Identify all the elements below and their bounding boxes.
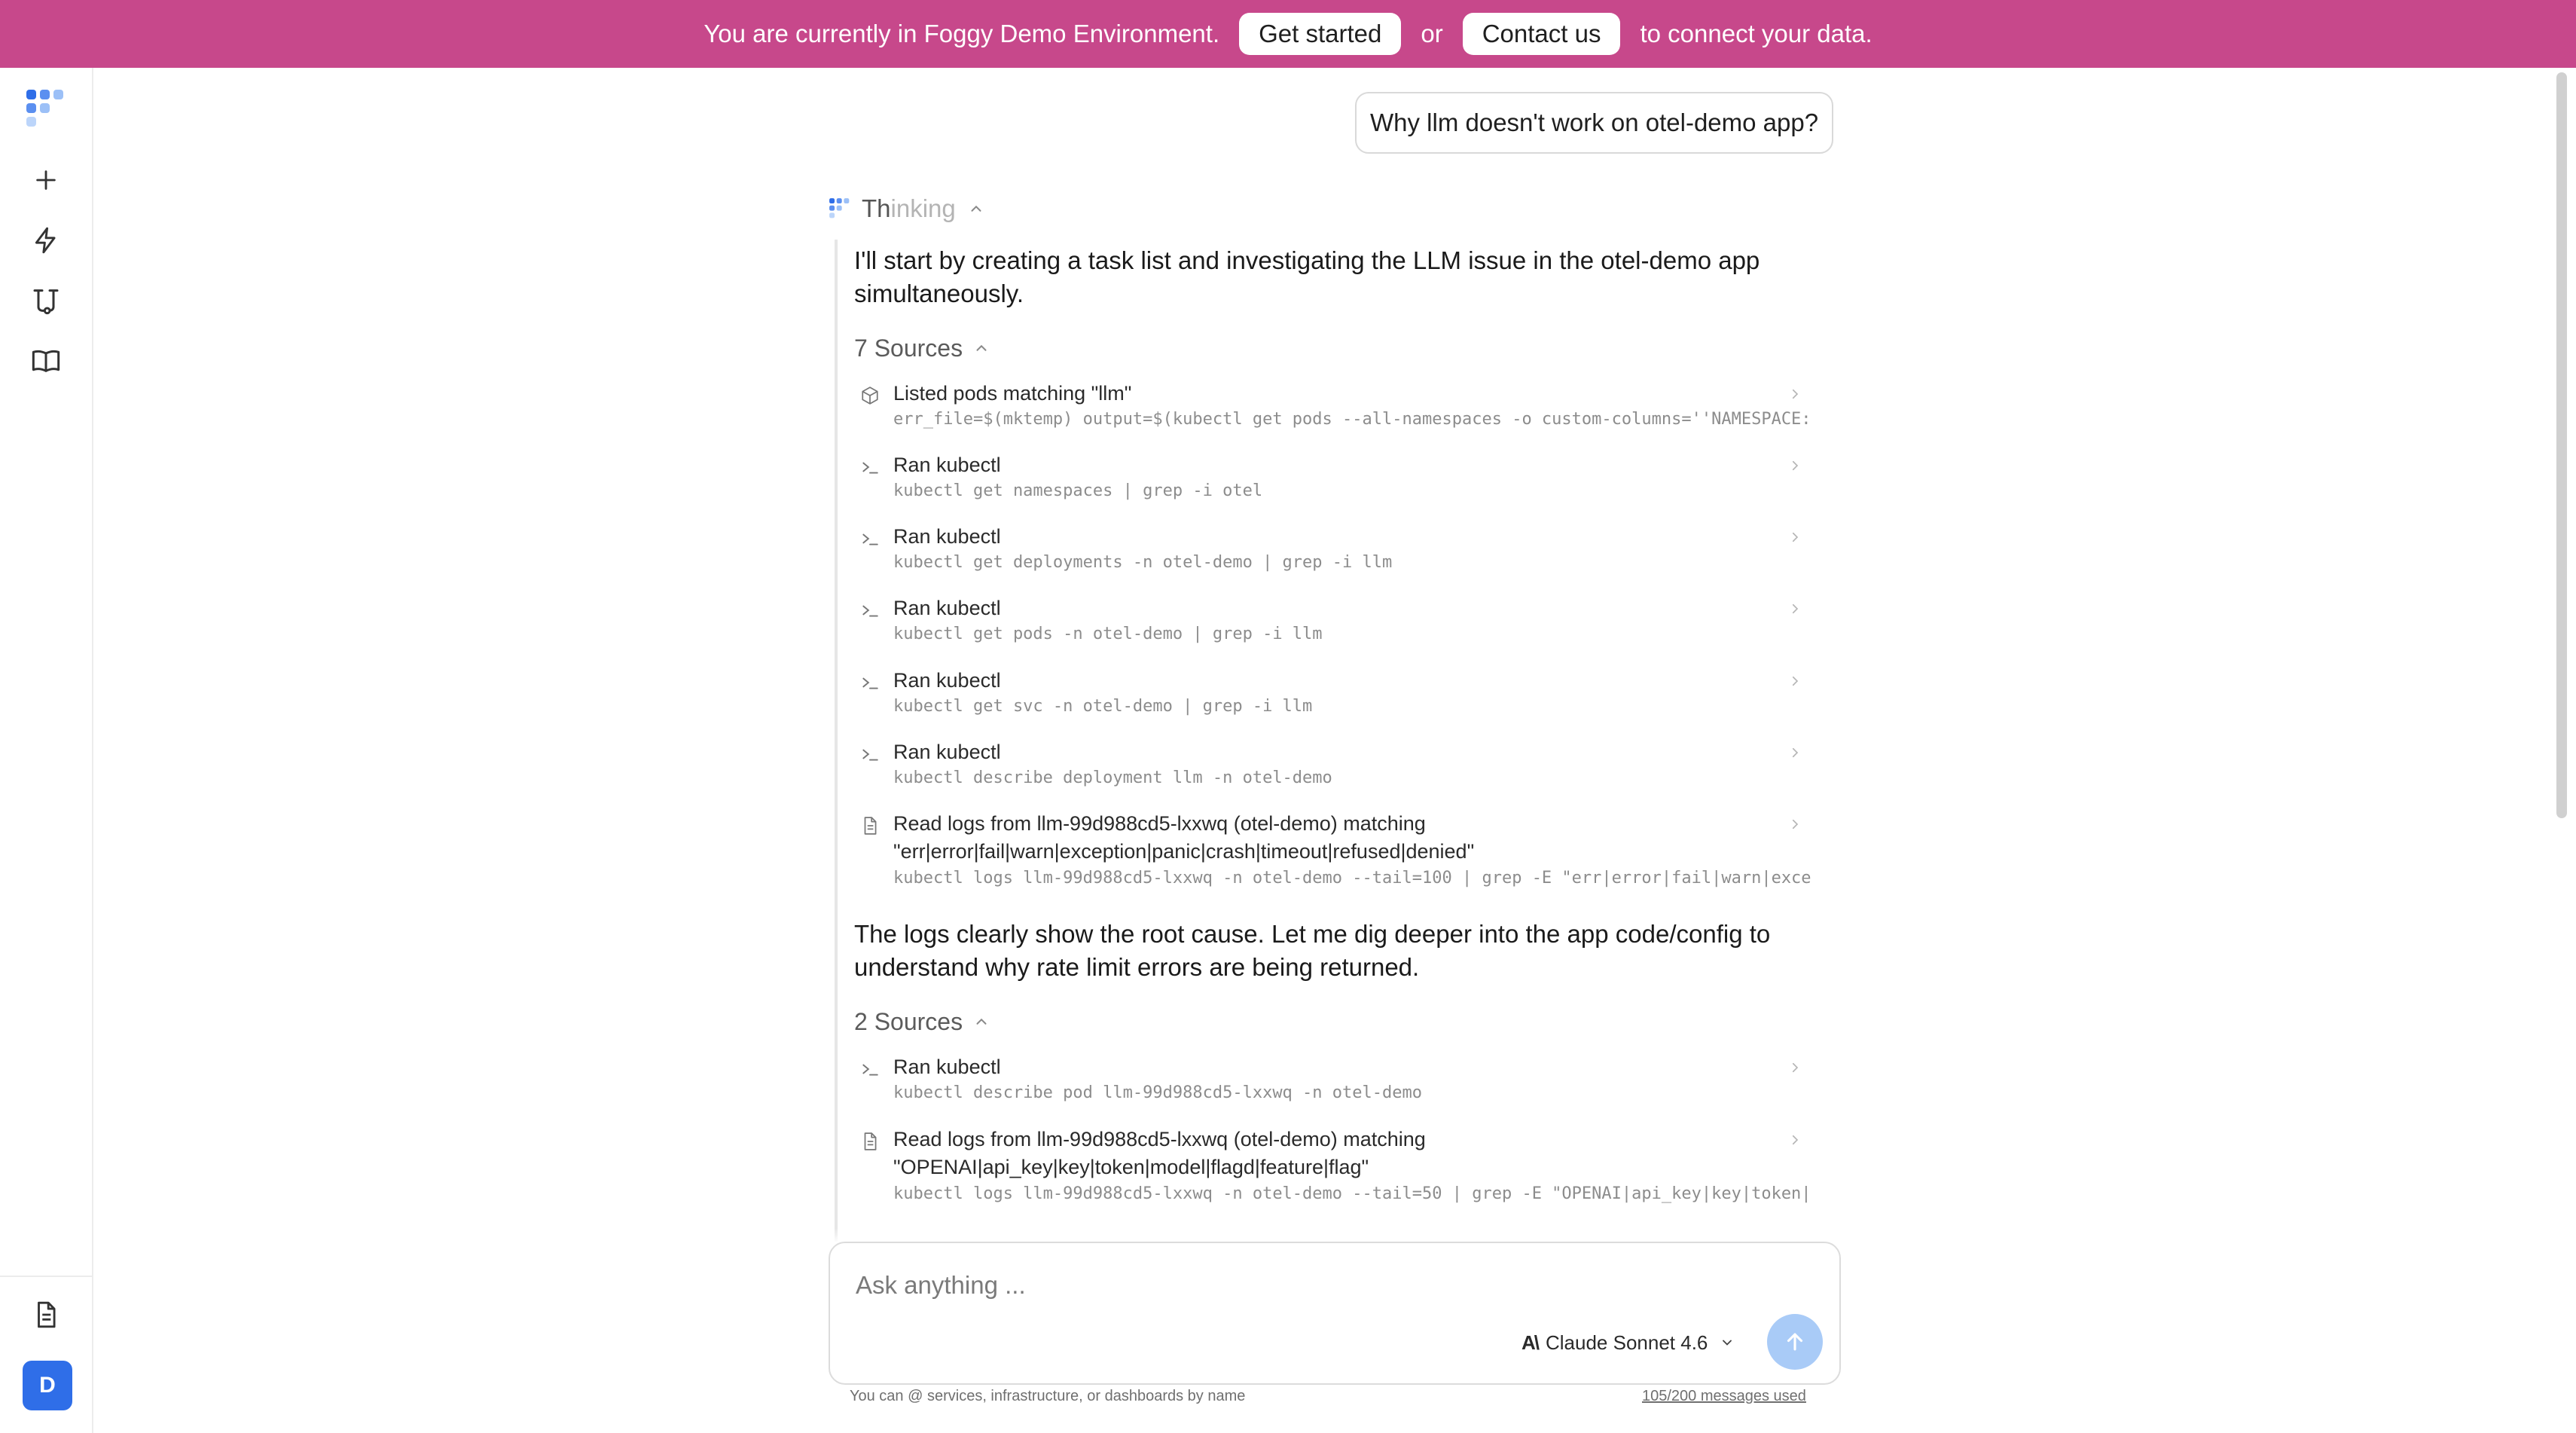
avatar[interactable]: D	[23, 1361, 72, 1410]
source-item[interactable]: Ran kubectl kubectl get svc -n otel-demo…	[854, 667, 1811, 727]
banner-text-after: to connect your data.	[1640, 20, 1872, 47]
terminal-icon	[862, 605, 878, 617]
file-icon	[864, 1132, 877, 1150]
content-fade	[829, 1228, 1845, 1243]
foggy-logo-icon	[829, 198, 850, 218]
foggy-logo-icon[interactable]	[23, 86, 69, 133]
model-selector[interactable]: A\ Claude Sonnet 4.6	[1521, 1328, 1735, 1358]
assistant-paragraph: The logs clearly show the root cause. Le…	[854, 920, 1771, 981]
anthropic-logo-icon: A\	[1521, 1331, 1540, 1354]
thinking-label: Thinking	[862, 194, 956, 222]
composer-hint: You can @ services, infrastructure, or d…	[850, 1388, 1246, 1404]
chevron-up-icon	[976, 1018, 987, 1025]
banner-or: or	[1421, 20, 1443, 47]
chevron-right-icon	[1792, 747, 1799, 758]
terminal-icon	[862, 677, 878, 689]
lightning-icon[interactable]	[23, 217, 69, 264]
sources-toggle[interactable]: 7 Sources	[854, 332, 990, 365]
banner-text-before: You are currently in Foggy Demo Environm…	[704, 20, 1220, 47]
contact-us-button[interactable]: Contact us	[1462, 13, 1621, 55]
chat-input[interactable]	[854, 1266, 1761, 1305]
chevron-right-icon	[1792, 389, 1799, 399]
assistant-paragraph: I'll start by creating a task list and i…	[854, 246, 1760, 307]
send-button[interactable]	[1767, 1314, 1823, 1370]
composer: A\ Claude Sonnet 4.6	[829, 1242, 1841, 1385]
file-icon	[864, 817, 877, 835]
source-item[interactable]: Read logs from llm-99d988cd5-lxxwq (otel…	[854, 1126, 1811, 1213]
chevron-down-icon	[1723, 1340, 1732, 1346]
source-item[interactable]: Listed pods matching "llm" err_file=$(mk…	[854, 380, 1811, 440]
chevron-right-icon	[1792, 1135, 1799, 1145]
thinking-toggle[interactable]: Thinking	[829, 190, 984, 228]
source-item[interactable]: Ran kubectl kubectl describe pod llm-99d…	[854, 1053, 1811, 1114]
chevron-right-icon	[1792, 460, 1799, 471]
user-message: Why llm doesn't work on otel-demo app?	[1355, 92, 1834, 154]
arrow-up-icon	[1787, 1333, 1803, 1351]
terminal-icon	[862, 1064, 878, 1076]
chevron-right-icon	[1792, 603, 1799, 614]
cube-icon	[862, 387, 878, 405]
workflow-icon[interactable]	[23, 277, 69, 324]
demo-banner: You are currently in Foggy Demo Environm…	[0, 0, 2576, 68]
get-started-button[interactable]: Get started	[1239, 13, 1402, 55]
source-item[interactable]: Ran kubectl kubectl get deployments -n o…	[854, 523, 1811, 583]
source-item[interactable]: Read logs from llm-99d988cd5-lxxwq (otel…	[854, 810, 1811, 897]
chevron-up-icon	[971, 205, 981, 212]
sidebar-divider	[0, 1276, 92, 1277]
chevron-right-icon	[1792, 532, 1799, 542]
chevron-right-icon	[1792, 676, 1799, 686]
terminal-icon	[862, 462, 878, 474]
source-item[interactable]: Ran kubectl kubectl describe deployment …	[854, 738, 1811, 799]
sources-toggle[interactable]: 2 Sources	[854, 1005, 990, 1038]
thinking-content: I'll start by creating a task list and i…	[854, 240, 1811, 1242]
chevron-right-icon	[1792, 1062, 1799, 1073]
usage-counter[interactable]: 105/200 messages used	[1642, 1388, 1806, 1405]
scrollbar-thumb[interactable]	[2556, 72, 2567, 818]
scrollbar[interactable]	[2553, 68, 2573, 1243]
chevron-up-icon	[976, 344, 987, 351]
terminal-icon	[862, 749, 878, 761]
plus-icon[interactable]	[23, 157, 69, 203]
source-item[interactable]: Ran kubectl kubectl get pods -n otel-dem…	[854, 594, 1811, 655]
terminal-icon	[862, 533, 878, 545]
source-item[interactable]: Ran kubectl kubectl get namespaces | gre…	[854, 451, 1811, 512]
thinking-rail	[835, 240, 838, 1242]
document-icon[interactable]	[23, 1291, 69, 1338]
book-icon[interactable]	[23, 338, 69, 384]
model-name: Claude Sonnet 4.6	[1546, 1331, 1708, 1354]
chevron-right-icon	[1792, 819, 1799, 830]
sidebar: D	[0, 68, 93, 1433]
